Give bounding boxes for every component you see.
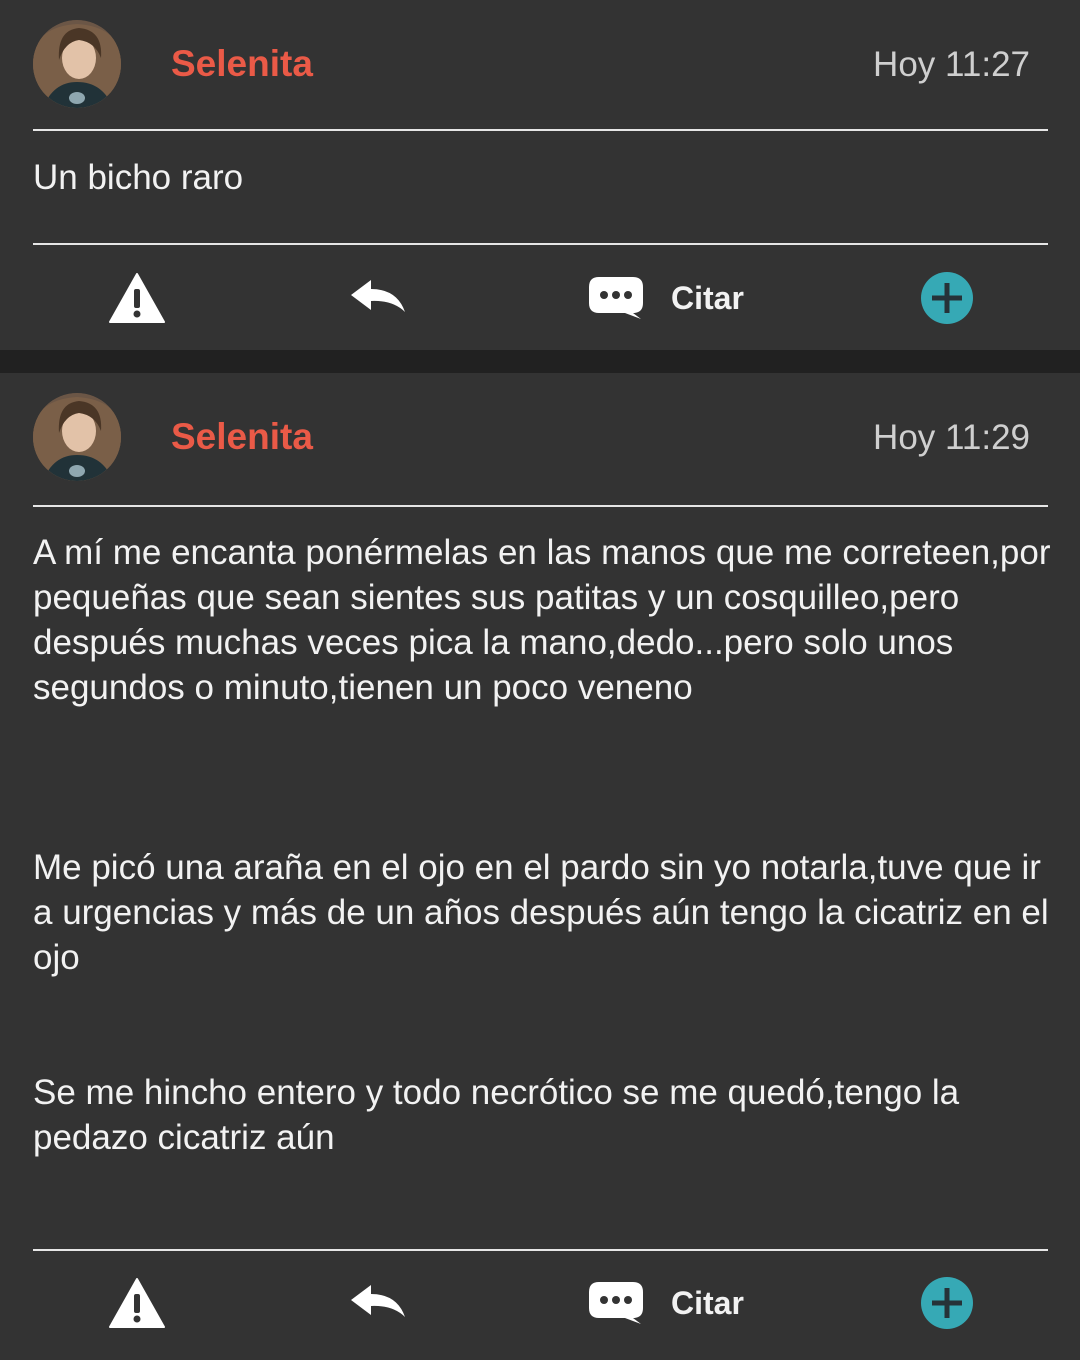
author-name[interactable]: Selenita xyxy=(171,415,313,459)
post-actions: Citar xyxy=(0,246,1080,350)
divider xyxy=(33,129,1048,131)
speech-bubble-icon xyxy=(589,277,643,319)
add-button[interactable] xyxy=(920,246,974,350)
author-name[interactable]: Selenita xyxy=(171,42,313,86)
post-body: Un bicho raro xyxy=(33,155,1053,200)
reply-arrow-icon xyxy=(351,1285,405,1317)
post-header: Selenita Hoy 11:29 xyxy=(0,373,1080,503)
avatar[interactable] xyxy=(33,393,121,481)
post-header: Selenita Hoy 11:27 xyxy=(0,0,1080,130)
plus-circle-icon xyxy=(921,1277,973,1329)
speech-bubble-icon xyxy=(589,1282,643,1324)
quote-button[interactable]: Citar xyxy=(587,246,744,350)
divider xyxy=(33,505,1048,507)
avatar[interactable] xyxy=(33,20,121,108)
post-paragraph: Me picó una araña en el ojo en el pardo … xyxy=(33,848,1059,977)
quote-label: Citar xyxy=(671,1284,744,1321)
post-card: Selenita Hoy 11:27 Un bicho raro Citar xyxy=(0,0,1080,350)
plus-circle-icon xyxy=(921,272,973,324)
report-button[interactable] xyxy=(108,1251,166,1355)
post-paragraph: A mí me encanta ponérmelas en las manos … xyxy=(33,533,1061,707)
add-button[interactable] xyxy=(920,1251,974,1355)
post-actions: Citar xyxy=(0,1251,1080,1355)
post-body: A mí me encanta ponérmelas en las manos … xyxy=(33,530,1053,1160)
reply-button[interactable] xyxy=(349,246,407,350)
report-button[interactable] xyxy=(108,246,166,350)
post-timestamp: Hoy 11:27 xyxy=(873,45,1030,84)
post-paragraph: Se me hincho entero y todo necrótico se … xyxy=(33,1073,969,1157)
reply-arrow-icon xyxy=(351,280,405,312)
quote-label: Citar xyxy=(671,279,744,316)
reply-button[interactable] xyxy=(349,1251,407,1355)
post-paragraph: Un bicho raro xyxy=(33,158,244,197)
warning-icon xyxy=(109,273,165,323)
divider xyxy=(33,243,1048,245)
quote-button[interactable]: Citar xyxy=(587,1251,744,1355)
post-timestamp: Hoy 11:29 xyxy=(873,418,1030,457)
post-card: Selenita Hoy 11:29 A mí me encanta ponér… xyxy=(0,373,1080,1360)
warning-icon xyxy=(109,1278,165,1328)
